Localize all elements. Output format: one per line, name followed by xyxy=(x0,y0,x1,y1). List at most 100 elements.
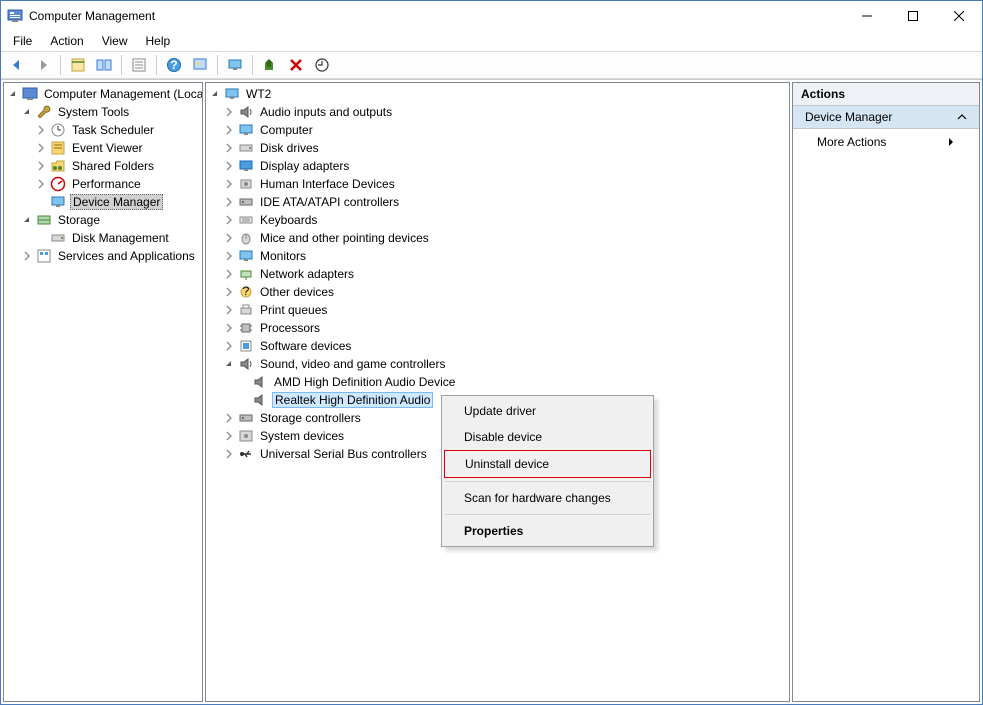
toolbar: ? xyxy=(1,51,982,79)
chevron-right-icon[interactable] xyxy=(34,177,48,191)
context-menu: Update driver Disable device Uninstall d… xyxy=(441,395,654,547)
chevron-right-icon[interactable] xyxy=(222,231,236,245)
device-label: Mice and other pointing devices xyxy=(258,231,431,245)
nav-label: Performance xyxy=(70,177,143,191)
update-driver-button[interactable] xyxy=(258,53,282,77)
chevron-right-icon[interactable] xyxy=(222,195,236,209)
toolbar-separator xyxy=(156,55,157,75)
chevron-right-icon[interactable] xyxy=(222,123,236,137)
device-manager-icon xyxy=(50,194,66,210)
chevron-down-icon[interactable] xyxy=(20,213,34,227)
context-update-driver[interactable]: Update driver xyxy=(444,398,651,424)
device-category-icon xyxy=(238,176,254,192)
chevron-right-icon[interactable] xyxy=(222,303,236,317)
chevron-right-icon[interactable] xyxy=(34,141,48,155)
actions-section[interactable]: Device Manager xyxy=(793,106,979,129)
chevron-down-icon[interactable] xyxy=(6,87,20,101)
device-category-icon xyxy=(238,302,254,318)
device-category[interactable]: Display adapters xyxy=(206,157,789,175)
chevron-right-icon[interactable] xyxy=(222,285,236,299)
chevron-right-icon[interactable] xyxy=(222,411,236,425)
device-category[interactable]: Software devices xyxy=(206,337,789,355)
device-category[interactable]: IDE ATA/ATAPI controllers xyxy=(206,193,789,211)
nav-event-viewer[interactable]: Event Viewer xyxy=(4,139,202,157)
collapse-icon[interactable] xyxy=(957,112,967,122)
show-hide-tree-button[interactable] xyxy=(66,53,90,77)
chevron-right-icon[interactable] xyxy=(34,123,48,137)
context-properties[interactable]: Properties xyxy=(444,518,651,544)
nav-device-manager[interactable]: Device Manager xyxy=(4,193,202,211)
menu-bar: File Action View Help xyxy=(1,31,982,51)
device-item-amd-audio[interactable]: AMD High Definition Audio Device xyxy=(206,373,789,391)
device-category[interactable]: Network adapters xyxy=(206,265,789,283)
monitor-button[interactable] xyxy=(223,53,247,77)
maximize-button[interactable] xyxy=(890,1,936,31)
device-category[interactable]: Computer xyxy=(206,121,789,139)
chevron-right-icon[interactable] xyxy=(20,249,34,263)
back-button[interactable] xyxy=(5,53,29,77)
nav-storage[interactable]: Storage xyxy=(4,211,202,229)
device-category[interactable]: Print queues xyxy=(206,301,789,319)
context-disable-device[interactable]: Disable device xyxy=(444,424,651,450)
chevron-right-icon[interactable] xyxy=(222,321,236,335)
device-category[interactable]: Monitors xyxy=(206,247,789,265)
chevron-right-icon[interactable] xyxy=(222,267,236,281)
properties-button[interactable] xyxy=(127,53,151,77)
chevron-right-icon[interactable] xyxy=(222,159,236,173)
help-button[interactable]: ? xyxy=(162,53,186,77)
device-category[interactable]: Processors xyxy=(206,319,789,337)
actions-more[interactable]: More Actions xyxy=(793,129,979,155)
view-button[interactable] xyxy=(188,53,212,77)
chevron-right-icon[interactable] xyxy=(222,141,236,155)
chevron-right-icon[interactable] xyxy=(222,177,236,191)
nav-task-scheduler[interactable]: Task Scheduler xyxy=(4,121,202,139)
device-label: Keyboards xyxy=(258,213,319,227)
nav-disk-management[interactable]: Disk Management xyxy=(4,229,202,247)
nav-label: Event Viewer xyxy=(70,141,144,155)
device-label: Display adapters xyxy=(258,159,351,173)
menu-view[interactable]: View xyxy=(94,32,136,50)
scan-hardware-button[interactable] xyxy=(310,53,334,77)
menu-action[interactable]: Action xyxy=(42,32,91,50)
svg-text:?: ? xyxy=(243,284,250,298)
device-category[interactable]: Keyboards xyxy=(206,211,789,229)
device-category[interactable]: Mice and other pointing devices xyxy=(206,229,789,247)
chevron-down-icon[interactable] xyxy=(222,357,236,371)
device-category-sound[interactable]: Sound, video and game controllers xyxy=(206,355,789,373)
device-category-icon xyxy=(238,428,254,444)
close-button[interactable] xyxy=(936,1,982,31)
context-scan-hardware[interactable]: Scan for hardware changes xyxy=(444,485,651,511)
minimize-button[interactable] xyxy=(844,1,890,31)
show-hide-action-button[interactable] xyxy=(92,53,116,77)
menu-file[interactable]: File xyxy=(5,32,40,50)
device-root[interactable]: WT2 xyxy=(206,85,789,103)
chevron-down-icon[interactable] xyxy=(20,105,34,119)
chevron-right-icon[interactable] xyxy=(34,159,48,173)
toolbar-separator xyxy=(60,55,61,75)
device-category[interactable]: Disk drives xyxy=(206,139,789,157)
nav-system-tools[interactable]: System Tools xyxy=(4,103,202,121)
uninstall-button[interactable] xyxy=(284,53,308,77)
nav-performance[interactable]: Performance xyxy=(4,175,202,193)
forward-button[interactable] xyxy=(31,53,55,77)
navigation-tree[interactable]: Computer Management (Local) System Tools… xyxy=(3,82,203,702)
device-label: Computer xyxy=(258,123,315,137)
device-category[interactable]: ?Other devices xyxy=(206,283,789,301)
menu-help[interactable]: Help xyxy=(138,32,179,50)
nav-root[interactable]: Computer Management (Local) xyxy=(4,85,202,103)
device-tree[interactable]: WT2 Audio inputs and outputs Computer Disk… xyxy=(205,82,790,702)
performance-icon xyxy=(50,176,66,192)
context-uninstall-device[interactable]: Uninstall device xyxy=(444,450,651,478)
nav-shared-folders[interactable]: Shared Folders xyxy=(4,157,202,175)
chevron-right-icon[interactable] xyxy=(222,249,236,263)
chevron-right-icon[interactable] xyxy=(222,105,236,119)
device-category[interactable]: Human Interface Devices xyxy=(206,175,789,193)
chevron-right-icon[interactable] xyxy=(222,447,236,461)
device-category[interactable]: Audio inputs and outputs xyxy=(206,103,789,121)
chevron-right-icon[interactable] xyxy=(222,429,236,443)
chevron-down-icon[interactable] xyxy=(208,87,222,101)
chevron-right-icon[interactable] xyxy=(222,339,236,353)
nav-services-applications[interactable]: Services and Applications xyxy=(4,247,202,265)
device-category-icon xyxy=(238,122,254,138)
chevron-right-icon[interactable] xyxy=(222,213,236,227)
